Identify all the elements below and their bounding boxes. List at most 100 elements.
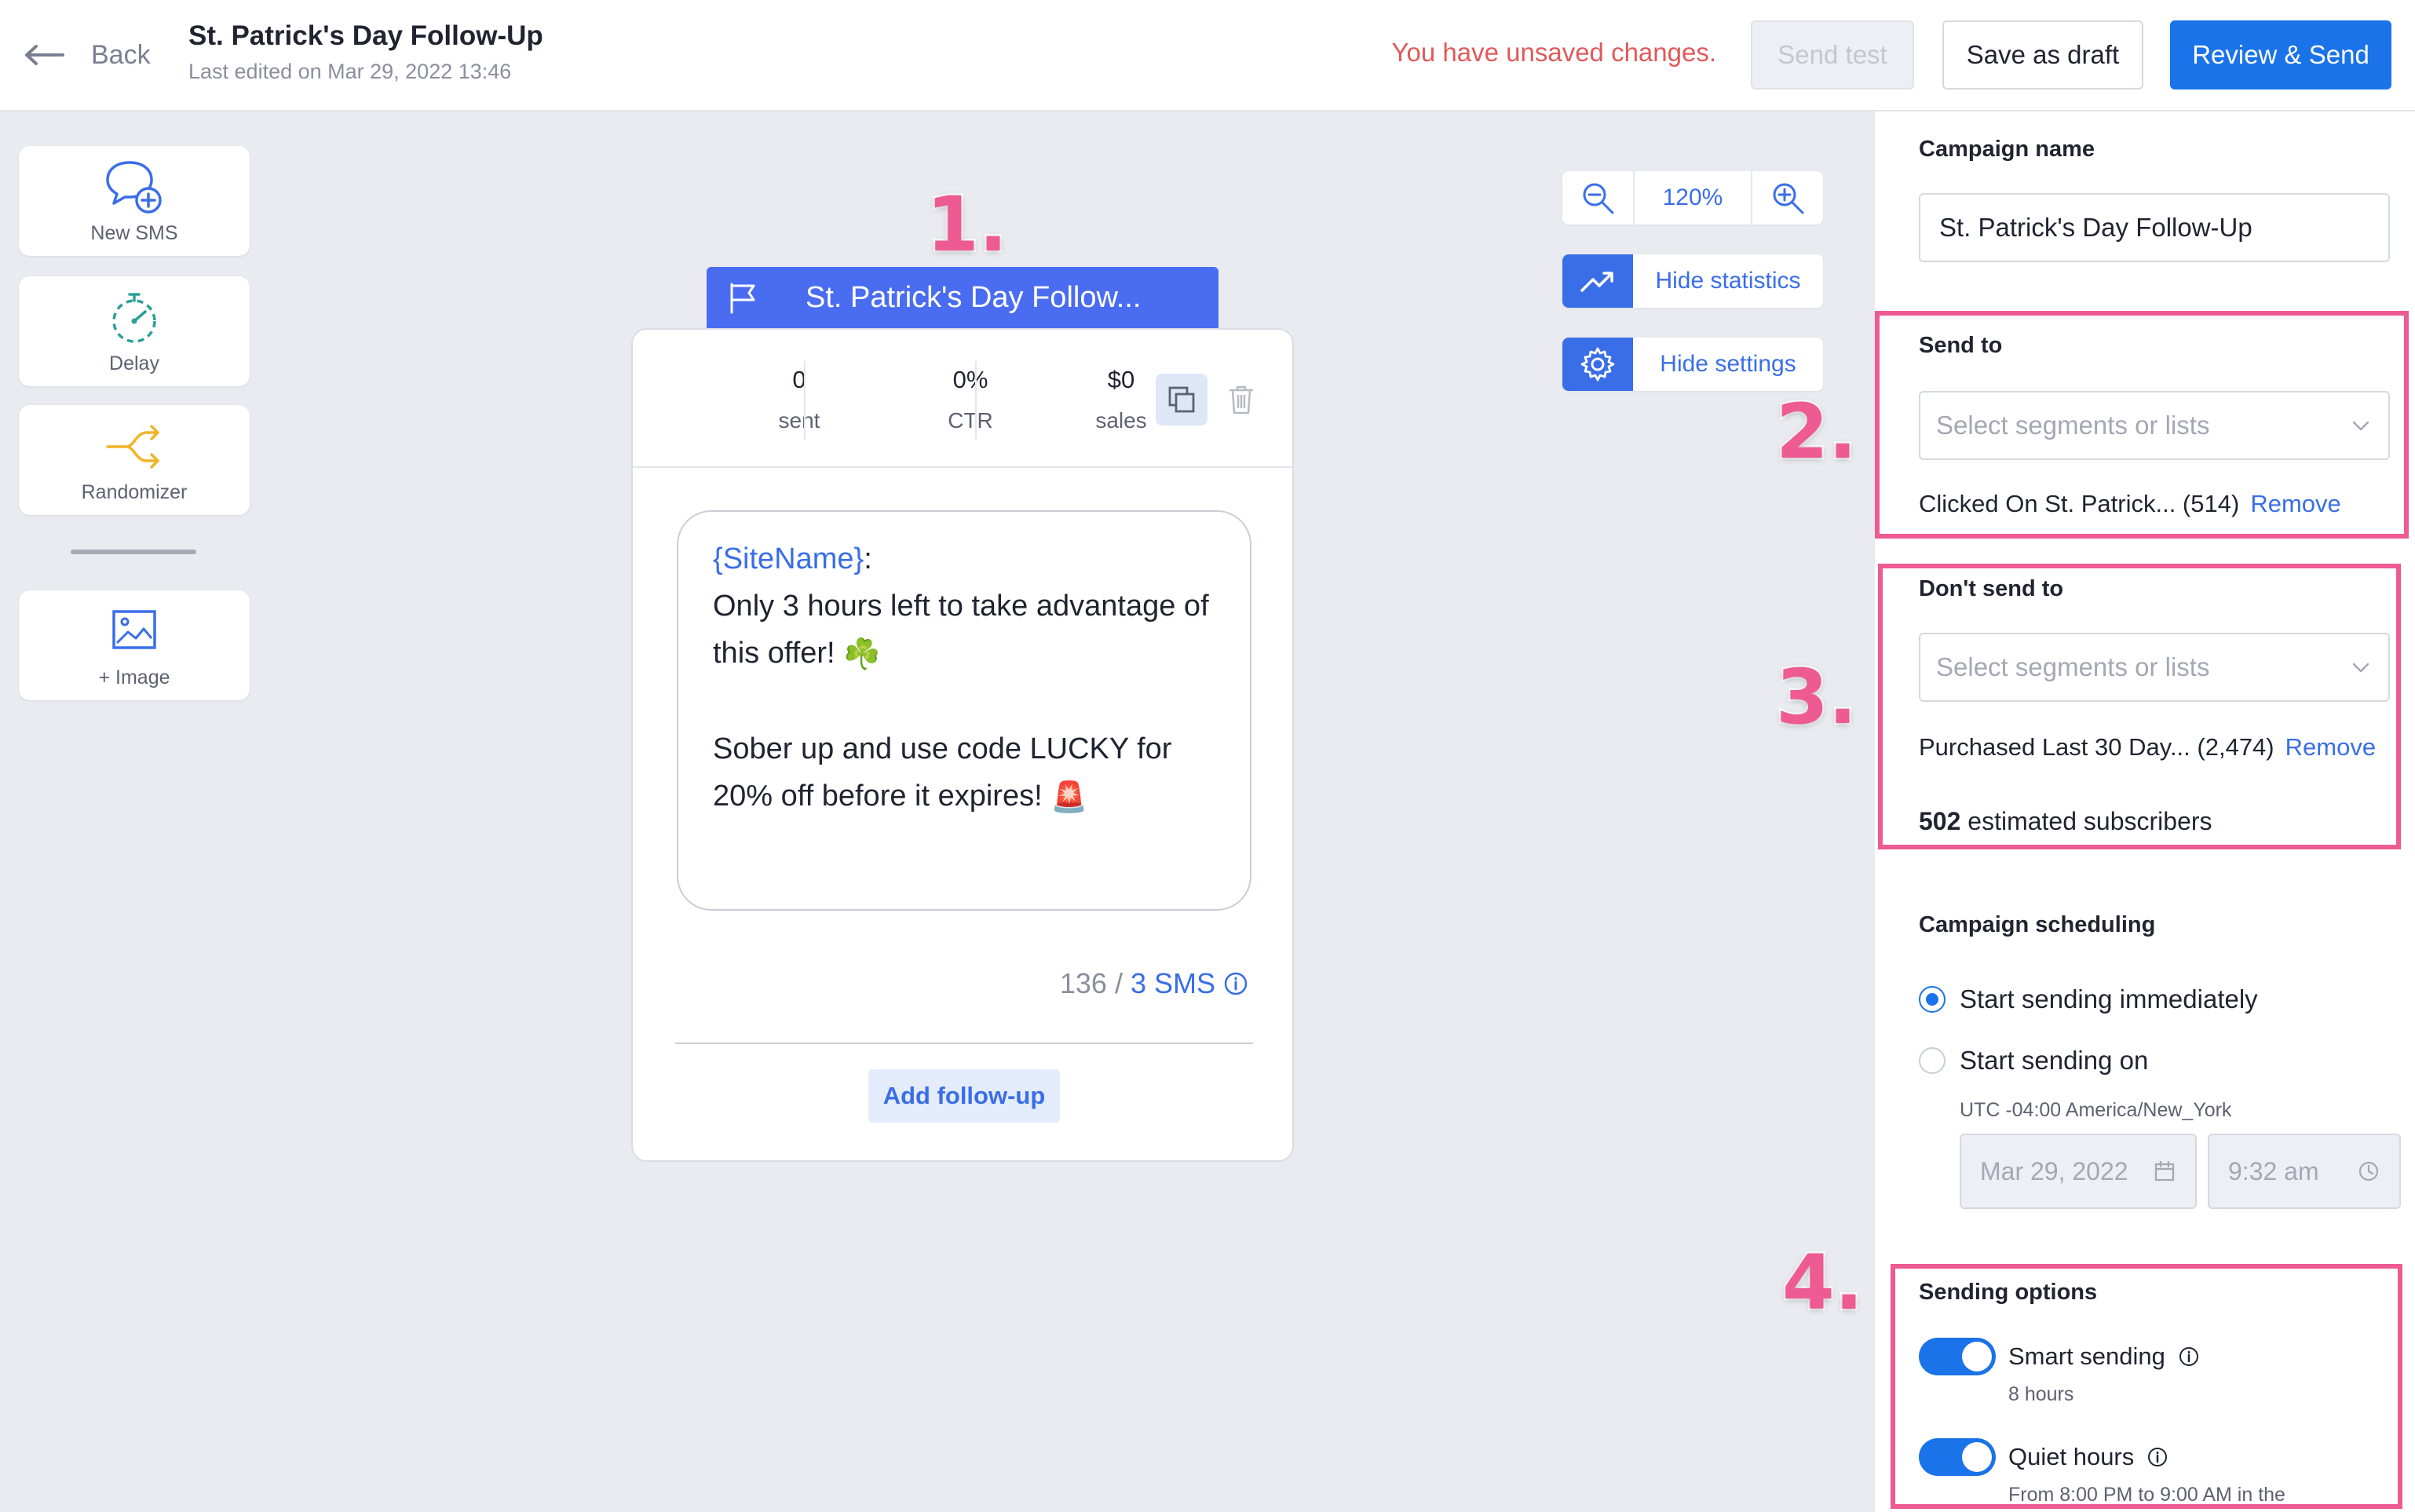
card-divider — [675, 1043, 1253, 1044]
send-to-placeholder: Select segments or lists — [1936, 411, 2210, 440]
stat-divider — [804, 361, 806, 440]
calendar-icon — [2154, 1160, 2175, 1181]
annotation-2: 2. — [1774, 388, 1858, 476]
smart-sending-row: Smart sending — [1919, 1338, 2200, 1375]
date-value: Mar 29, 2022 — [1980, 1156, 2128, 1185]
tool-randomizer[interactable]: Randomizer — [19, 405, 250, 515]
message-bubble[interactable]: {SiteName}: Only 3 hours left to take ad… — [677, 510, 1251, 911]
timer-icon — [112, 292, 156, 343]
message-tab-title: St. Patrick's Day Follow... — [806, 280, 1142, 314]
smart-sending-toggle[interactable] — [1919, 1338, 1996, 1375]
zoom-control: 120% — [1562, 171, 1823, 225]
settings-icon-box — [1562, 338, 1633, 391]
stat-value: 0% — [952, 366, 988, 393]
campaign-name-input[interactable]: St. Patrick's Day Follow-Up — [1919, 193, 2390, 262]
smart-sending-label: Smart sending — [2008, 1342, 2165, 1370]
hide-statistics-button[interactable]: Hide statistics — [1562, 254, 1823, 308]
tool-label: Delay — [109, 352, 159, 374]
delete-button[interactable] — [1215, 374, 1267, 425]
send-test-button[interactable]: Send test — [1751, 20, 1914, 89]
campaign-name-label: Campaign name — [1919, 137, 2095, 162]
send-to-item: Clicked On St. Patrick... (514) — [1919, 490, 2240, 517]
new-sms-icon — [106, 160, 162, 214]
tool-add-image[interactable]: + Image — [19, 590, 250, 700]
tool-delay[interactable]: Delay — [19, 276, 250, 386]
statistics-icon-box — [1562, 254, 1633, 308]
message-header: {SiteName}: — [713, 535, 1215, 583]
date-input[interactable]: Mar 29, 2022 — [1960, 1134, 2197, 1209]
chevron-down-icon — [2352, 421, 2369, 431]
split-arrows-icon — [106, 424, 159, 469]
back-label: Back — [91, 39, 151, 70]
character-count: 136 / 3 SMS — [1060, 967, 1248, 1000]
quiet-hours-sub: From 8:00 PM to 9:00 AM in the — [2008, 1484, 2285, 1506]
radio-start-immediately[interactable]: Start sending immediately — [1919, 984, 2258, 1014]
radio-button[interactable] — [1919, 1047, 1946, 1074]
dont-send-selected: Purchased Last 30 Day... (2,474) Remove — [1919, 733, 2376, 761]
stat-label: CTR — [948, 408, 993, 433]
message-tab[interactable]: St. Patrick's Day Follow... — [707, 267, 1218, 328]
copy-icon — [1168, 386, 1195, 413]
zoom-out-icon — [1583, 183, 1614, 214]
timezone-label: UTC -04:00 America/New_York — [1960, 1099, 2232, 1121]
stat-ctr: 0% CTR — [892, 366, 1049, 433]
annotation-4: 4. — [1780, 1239, 1865, 1327]
sending-options-label: Sending options — [1919, 1280, 2098, 1305]
message-text: Sober up and use code LUCKY for 20% off … — [713, 732, 1172, 813]
remove-dont-send-link[interactable]: Remove — [2285, 733, 2376, 761]
site-name-tag: {SiteName} — [713, 542, 864, 575]
estimated-suffix: estimated subscribers — [1967, 807, 2212, 835]
shamrock-icon: ☘️ — [843, 637, 881, 671]
trash-icon — [1229, 385, 1253, 415]
clock-icon — [2358, 1161, 2379, 1181]
remove-send-to-link[interactable]: Remove — [2250, 490, 2340, 518]
send-to-label: Send to — [1919, 333, 2003, 358]
message-text: Only 3 hours left to take advantage of t… — [713, 590, 1209, 670]
card-stats: 0 sent 0% CTR $0 sales — [633, 330, 1292, 468]
send-to-selected: Clicked On St. Patrick... (514) Remove — [1919, 490, 2341, 518]
review-send-button[interactable]: Review & Send — [2170, 20, 2391, 89]
hide-settings-button[interactable]: Hide settings — [1562, 338, 1823, 391]
time-input[interactable]: 9:32 am — [2208, 1134, 2401, 1209]
trend-up-icon — [1580, 272, 1613, 292]
back-button[interactable]: Back — [24, 33, 151, 77]
info-icon[interactable] — [2146, 1446, 2168, 1468]
flag-icon — [730, 283, 755, 314]
sms-card: 0 sent 0% CTR $0 sales {SiteName}: Only … — [631, 328, 1294, 1162]
quiet-hours-label: Quiet hours — [2008, 1443, 2135, 1470]
top-bar: Back St. Patrick's Day Follow-Up Last ed… — [0, 0, 2415, 111]
annotation-1: 1. — [924, 181, 1009, 268]
quiet-hours-toggle[interactable] — [1919, 1438, 1996, 1476]
char-count: 136 / — [1059, 967, 1123, 999]
zoom-in-button[interactable] — [1752, 171, 1823, 225]
info-icon[interactable] — [2178, 1346, 2200, 1368]
image-icon — [112, 609, 156, 649]
sms-count: 3 SMS — [1130, 967, 1215, 999]
hide-settings-label: Hide settings — [1660, 351, 1796, 377]
message-line-1: Only 3 hours left to take advantage of t… — [713, 583, 1215, 678]
stat-sent: 0 sent — [721, 366, 878, 433]
send-to-select[interactable]: Select segments or lists — [1919, 391, 2390, 460]
dont-send-item: Purchased Last 30 Day... (2,474) — [1919, 733, 2274, 761]
gear-icon — [1580, 347, 1615, 382]
save-draft-button[interactable]: Save as draft — [1942, 20, 2143, 89]
estimated-count: 502 — [1919, 807, 1961, 835]
add-followup-button[interactable]: Add follow-up — [868, 1069, 1060, 1123]
tool-new-sms[interactable]: New SMS — [19, 146, 250, 256]
dont-send-label: Don't send to — [1919, 576, 2064, 601]
scheduling-label: Campaign scheduling — [1919, 912, 2156, 937]
settings-panel: Campaign name St. Patrick's Day Follow-U… — [1875, 111, 2415, 1512]
dont-send-select[interactable]: Select segments or lists — [1919, 633, 2390, 702]
zoom-out-button[interactable] — [1562, 171, 1633, 225]
chevron-down-icon — [2352, 663, 2369, 673]
tool-label: + Image — [98, 666, 170, 688]
siren-icon: 🚨 — [1050, 780, 1088, 814]
info-icon[interactable] — [1223, 971, 1248, 996]
page-title: St. Patrick's Day Follow-Up — [188, 20, 543, 51]
smart-sending-sub: 8 hours — [2008, 1383, 2074, 1405]
radio-start-on[interactable]: Start sending on — [1919, 1046, 2148, 1076]
radio-button-selected[interactable] — [1919, 986, 1946, 1013]
hide-statistics-label: Hide statistics — [1655, 268, 1801, 294]
duplicate-button[interactable] — [1156, 374, 1208, 425]
